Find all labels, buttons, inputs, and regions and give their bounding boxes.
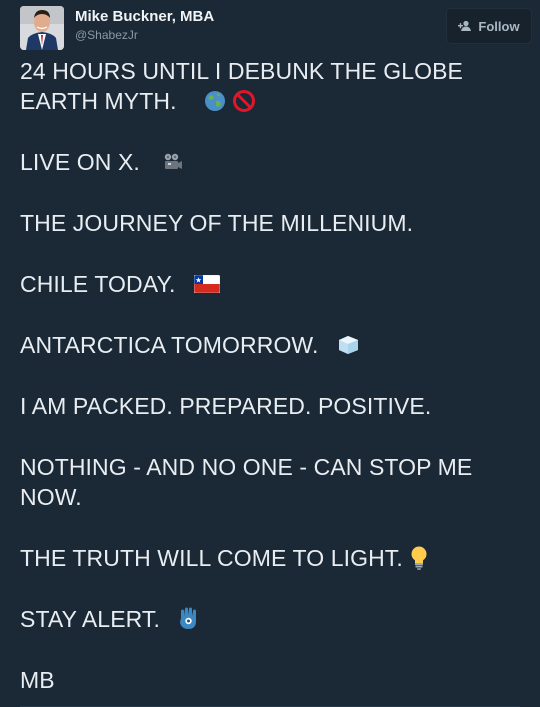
video-camera-icon [164,153,182,169]
tweet-line-with-emoji: STAY ALERT. [20,604,525,634]
tweet-line: THE JOURNEY OF THE MILLENIUM. [20,210,414,236]
tweet-line: STAY ALERT. [20,606,161,632]
chile-flag-icon [194,274,221,293]
tweet-text: 24 HOURS UNTIL I DEBUNK THE GLOBE EARTH … [20,56,525,707]
paragraph-4: CHILE TODAY. [20,269,525,299]
paragraph-3: THE JOURNEY OF THE MILLENIUM. [20,208,525,238]
tweet-line: NOTHING - AND NO ONE - CAN STOP ME [20,454,473,480]
paragraph-6: I AM PACKED. PREPARED. POSITIVE. [20,391,525,421]
tweet-line-with-emoji: CHILE TODAY. [20,269,525,299]
tweet-line: LIVE ON X. [20,149,140,175]
prohibited-icon [233,89,256,112]
tweet-line-with-emoji: LIVE ON X. [20,147,525,177]
paragraph-8: THE TRUTH WILL COME TO LIGHT. [20,543,525,573]
ice-cube-icon [339,335,359,354]
tweet-line: 24 HOURS UNTIL I DEBUNK THE GLOBE [20,58,463,84]
tweet-line-with-emoji: THE TRUTH WILL COME TO LIGHT. [20,543,525,573]
tweet-line-with-emoji: EARTH MYTH. [20,86,525,116]
tweet-line: CHILE TODAY. [20,271,176,297]
signature: MB [20,667,55,693]
user-handle[interactable]: @ShabezJr [75,28,138,42]
follow-label: Follow [478,18,520,34]
tweet-line: NOW. [20,484,82,510]
paragraph-9: STAY ALERT. [20,604,525,634]
avatar[interactable] [20,6,64,50]
tweet-card: Mike Buckner, MBA @ShabezJr Follow 24 HO… [0,0,540,707]
paragraph-1: 24 HOURS UNTIL I DEBUNK THE GLOBE EARTH … [20,56,525,116]
tweet-line-with-emoji: ANTARCTICA TOMORROW. [20,330,525,360]
light-bulb-icon [411,546,427,570]
add-user-icon [458,20,472,31]
paragraph-5: ANTARCTICA TOMORROW. [20,330,525,360]
tweet-line: ANTARCTICA TOMORROW. [20,332,319,358]
display-name[interactable]: Mike Buckner, MBA [75,8,214,25]
follow-button[interactable]: Follow [446,8,532,44]
paragraph-2: LIVE ON X. [20,147,525,177]
tweet-line: I AM PACKED. PREPARED. POSITIVE. [20,393,432,419]
globe-icon [204,90,225,111]
hamsa-icon [180,607,197,629]
paragraph-10: MB [20,665,525,695]
tweet-header: Mike Buckner, MBA @ShabezJr Follow [20,4,532,54]
paragraph-7: NOTHING - AND NO ONE - CAN STOP ME NOW. [20,452,525,512]
tweet-line: EARTH MYTH. [20,88,177,114]
tweet-line: THE TRUTH WILL COME TO LIGHT. [20,545,403,571]
